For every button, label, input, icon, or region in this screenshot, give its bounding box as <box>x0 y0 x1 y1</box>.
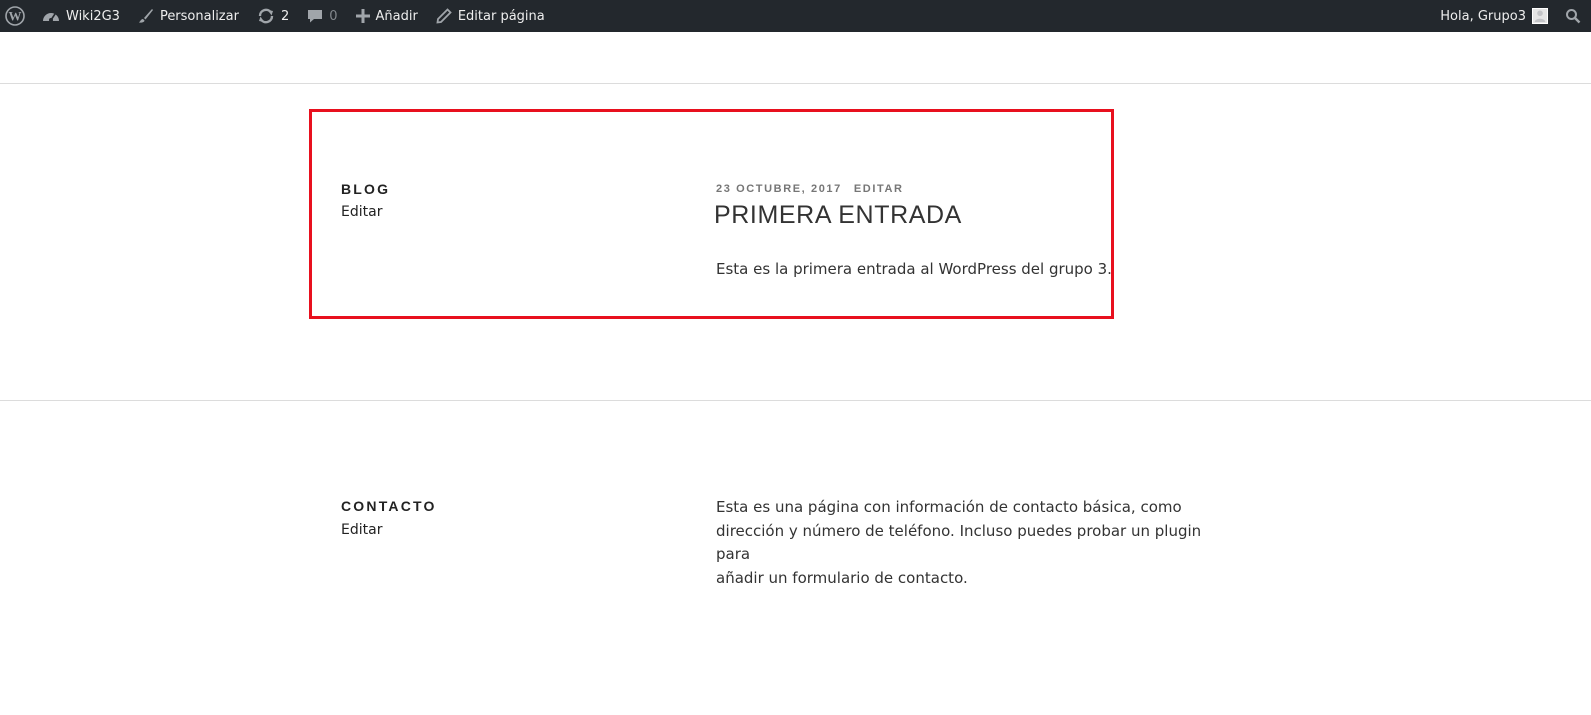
contact-text-line: Esta es una página con información de co… <box>716 498 1182 516</box>
admin-bar: W Wiki2G3 Personalizar 2 0 Añadir Editar… <box>0 0 1591 32</box>
admin-bar-right: Hola, Grupo3 <box>1431 0 1591 32</box>
contact-text: Esta es una página con información de co… <box>716 496 1236 590</box>
new-content-button[interactable]: Añadir <box>347 0 427 32</box>
search-icon <box>1565 8 1581 24</box>
post-date[interactable]: 23 OCTUBRE, 2017 <box>716 183 842 195</box>
plus-icon <box>355 9 370 23</box>
section-divider-middle <box>0 400 1591 401</box>
admin-bar-left: W Wiki2G3 Personalizar 2 0 Añadir Editar… <box>0 0 554 32</box>
wordpress-menu[interactable]: W <box>0 0 33 32</box>
account-menu[interactable]: Hola, Grupo3 <box>1431 0 1557 32</box>
contact-text-line: dirección y número de teléfono. Incluso … <box>716 521 1202 564</box>
comment-icon <box>307 8 323 24</box>
post-title[interactable]: PRIMERA ENTRADA <box>714 201 962 230</box>
comments-count: 0 <box>329 8 338 24</box>
search-button[interactable] <box>1557 0 1591 32</box>
greeting: Hola, Grupo3 <box>1440 8 1526 24</box>
post-edit-link[interactable]: EDITAR <box>854 183 904 195</box>
customize-label: Personalizar <box>159 8 239 24</box>
edit-page-button[interactable]: Editar página <box>427 0 554 32</box>
blog-panel-title: BLOG <box>341 181 391 197</box>
post-excerpt: Esta es la primera entrada al WordPress … <box>716 260 1112 278</box>
customize-button[interactable]: Personalizar <box>129 0 248 32</box>
updates-icon <box>257 8 275 24</box>
dashboard-icon <box>42 8 60 24</box>
comments-button[interactable]: 0 <box>298 0 346 32</box>
updates-count: 2 <box>280 8 290 24</box>
new-content-label: Añadir <box>375 8 418 24</box>
edit-page-label: Editar página <box>457 8 545 24</box>
pencil-icon <box>436 8 452 24</box>
blog-panel-edit-link[interactable]: Editar <box>341 204 382 220</box>
svg-text:W: W <box>9 9 22 24</box>
contact-panel-title: CONTACTO <box>341 498 437 514</box>
post-meta: 23 OCTUBRE, 2017 EDITAR <box>716 183 904 195</box>
site-name: Wiki2G3 <box>66 8 120 24</box>
section-divider-top <box>0 83 1591 84</box>
updates-button[interactable]: 2 <box>248 0 298 32</box>
paintbrush-icon <box>138 8 154 24</box>
contact-text-line: añadir un formulario de contacto. <box>716 568 968 587</box>
site-name-menu[interactable]: Wiki2G3 <box>33 0 129 32</box>
wordpress-icon: W <box>5 6 25 26</box>
avatar <box>1532 8 1548 24</box>
highlight-box <box>309 109 1114 319</box>
contact-panel-edit-link[interactable]: Editar <box>341 522 382 538</box>
